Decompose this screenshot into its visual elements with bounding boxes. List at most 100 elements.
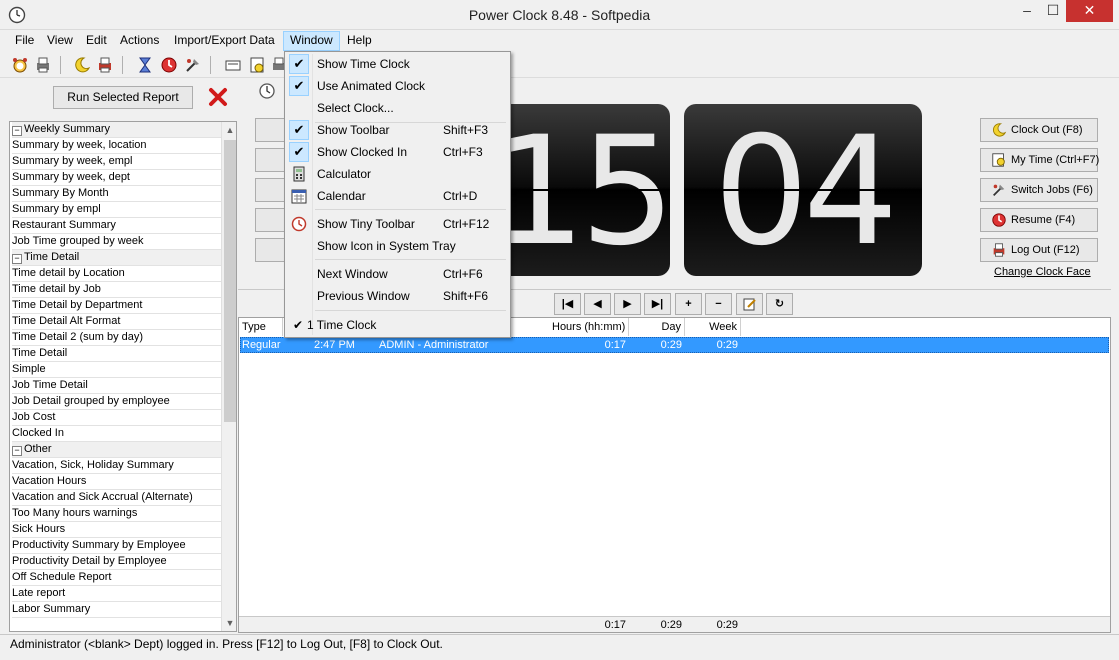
- refresh-button[interactable]: ↻: [766, 293, 793, 315]
- side-button-print[interactable]: [255, 178, 285, 202]
- menu-item-show-toolbar[interactable]: ✔ Show Toolbar Shift+F3: [287, 119, 508, 141]
- column-header-hours[interactable]: Hours (hh:mm): [549, 318, 629, 336]
- list-item[interactable]: Vacation, Sick, Holiday Summary: [12, 458, 222, 474]
- list-item[interactable]: Vacation Hours: [12, 474, 222, 490]
- menu-item-show-icon-in-tray[interactable]: Show Icon in System Tray: [287, 235, 508, 257]
- side-button-5[interactable]: [255, 238, 285, 262]
- first-record-button[interactable]: |◀: [554, 293, 581, 315]
- print-report-icon[interactable]: [96, 56, 114, 74]
- log-out-button[interactable]: Log Out (F12): [980, 238, 1098, 262]
- alarm-clock-icon[interactable]: [11, 56, 29, 74]
- menu-item-show-tiny-toolbar[interactable]: Show Tiny Toolbar Ctrl+F12: [287, 213, 508, 235]
- add-record-button[interactable]: +: [675, 293, 702, 315]
- scrollbar-thumb[interactable]: [224, 140, 236, 422]
- list-item[interactable]: Productivity Detail by Employee: [12, 554, 222, 570]
- report-list-scrollbar[interactable]: ▲ ▼: [221, 122, 236, 631]
- moon-icon[interactable]: [73, 56, 91, 74]
- list-item[interactable]: Job Time Detail: [12, 378, 222, 394]
- menu-window[interactable]: Window: [283, 31, 340, 51]
- close-red-x-icon[interactable]: [206, 85, 230, 109]
- report-group-header[interactable]: − Weekly Summary: [12, 122, 222, 138]
- resume-button[interactable]: Resume (F4): [980, 208, 1098, 232]
- menu-item-show-time-clock[interactable]: ✔ Show Time Clock: [287, 53, 508, 75]
- list-item[interactable]: Summary by week, dept: [12, 170, 222, 186]
- side-button-2[interactable]: [255, 148, 285, 172]
- menu-item-next-window[interactable]: Next Window Ctrl+F6: [287, 263, 508, 285]
- list-item[interactable]: Time Detail: [12, 346, 222, 362]
- column-header-day[interactable]: Day: [629, 318, 685, 336]
- report-group-header[interactable]: − Time Detail: [12, 250, 222, 266]
- collapse-toggle-icon[interactable]: −: [12, 446, 22, 456]
- menu-item-calculator[interactable]: Calculator: [287, 163, 508, 185]
- side-button-4[interactable]: [255, 208, 285, 232]
- list-item[interactable]: Job Detail grouped by employee: [12, 394, 222, 410]
- menu-item-select-clock[interactable]: Select Clock...: [287, 97, 508, 119]
- maximize-button[interactable]: ☐: [1040, 0, 1066, 22]
- list-item[interactable]: Vacation and Sick Accrual (Alternate): [12, 490, 222, 506]
- report-label: Job Detail grouped by employee: [12, 395, 170, 407]
- collapse-toggle-icon[interactable]: −: [12, 254, 22, 264]
- menu-import-export[interactable]: Import/Export Data: [168, 31, 281, 51]
- list-item[interactable]: Summary by week, empl: [12, 154, 222, 170]
- switch-jobs-button[interactable]: Switch Jobs (F6): [980, 178, 1098, 202]
- list-item[interactable]: Simple: [12, 362, 222, 378]
- close-button[interactable]: ✕: [1066, 0, 1113, 22]
- time-clock-grid[interactable]: Type Hours (hh:mm) Day Week Regular 2:47…: [238, 317, 1111, 633]
- list-item[interactable]: Time detail by Job: [12, 282, 222, 298]
- menu-item-use-animated-clock[interactable]: ✔ Use Animated Clock: [287, 75, 508, 97]
- menu-view[interactable]: View: [41, 31, 79, 51]
- column-header-week[interactable]: Week: [685, 318, 741, 336]
- collapse-toggle-icon[interactable]: −: [12, 126, 22, 136]
- run-selected-report-button[interactable]: Run Selected Report: [53, 86, 193, 109]
- scroll-up-arrow-icon[interactable]: ▲: [222, 122, 236, 138]
- menu-help[interactable]: Help: [341, 31, 378, 51]
- scroll-down-arrow-icon[interactable]: ▼: [222, 615, 236, 631]
- my-time-label: My Time (Ctrl+F7): [1011, 154, 1100, 166]
- my-time-button[interactable]: My Time (Ctrl+F7): [980, 148, 1100, 172]
- list-item[interactable]: Job Cost: [12, 410, 222, 426]
- edit-record-button[interactable]: [736, 293, 763, 315]
- side-button-clock[interactable]: [255, 118, 285, 142]
- list-item[interactable]: Summary by empl: [12, 202, 222, 218]
- minimize-button[interactable]: –: [1014, 0, 1040, 22]
- menu-item-previous-window[interactable]: Previous Window Shift+F6: [287, 285, 508, 307]
- my-time-icon[interactable]: [248, 56, 266, 74]
- menu-item-1-time-clock[interactable]: ✔ 1 Time Clock: [287, 314, 508, 336]
- report-group-header[interactable]: − Other: [12, 442, 222, 458]
- list-item[interactable]: Summary by week, location: [12, 138, 222, 154]
- list-item[interactable]: Time Detail by Department: [12, 298, 222, 314]
- time-clock-tab-icon[interactable]: [258, 82, 276, 100]
- report-label: Job Time grouped by week: [12, 235, 144, 247]
- list-item[interactable]: Job Time grouped by week: [12, 234, 222, 250]
- menu-edit[interactable]: Edit: [80, 31, 113, 51]
- list-item[interactable]: Time Detail 2 (sum by day): [12, 330, 222, 346]
- card-icon[interactable]: [224, 56, 242, 74]
- change-clock-face-link[interactable]: Change Clock Face: [994, 266, 1091, 278]
- resume-icon[interactable]: [160, 56, 178, 74]
- next-record-button[interactable]: ▶: [614, 293, 641, 315]
- switch-jobs-icon[interactable]: [184, 56, 202, 74]
- last-record-button[interactable]: ▶|: [644, 293, 671, 315]
- list-item[interactable]: Summary By Month: [12, 186, 222, 202]
- list-item[interactable]: Restaurant Summary: [12, 218, 222, 234]
- list-item[interactable]: Productivity Summary by Employee: [12, 538, 222, 554]
- delete-record-button[interactable]: −: [705, 293, 732, 315]
- list-item[interactable]: Late report: [12, 586, 222, 602]
- list-item[interactable]: Too Many hours warnings: [12, 506, 222, 522]
- list-item[interactable]: Time Detail Alt Format: [12, 314, 222, 330]
- list-item[interactable]: Labor Summary: [12, 602, 222, 618]
- report-list[interactable]: − Weekly Summary Summary by week, location…: [9, 121, 237, 632]
- previous-record-button[interactable]: ◀: [584, 293, 611, 315]
- menu-file[interactable]: File: [9, 31, 40, 51]
- clock-out-button[interactable]: Clock Out (F8): [980, 118, 1098, 142]
- menu-item-show-clocked-in[interactable]: ✔ Show Clocked In Ctrl+F3: [287, 141, 508, 163]
- printer-icon[interactable]: [34, 56, 52, 74]
- list-item[interactable]: Time detail by Location: [12, 266, 222, 282]
- list-item[interactable]: Sick Hours: [12, 522, 222, 538]
- hourglass-icon[interactable]: [136, 56, 154, 74]
- menu-item-calendar[interactable]: Calendar Ctrl+D: [287, 185, 508, 207]
- menu-actions[interactable]: Actions: [114, 31, 165, 51]
- list-item[interactable]: Clocked In: [12, 426, 222, 442]
- list-item[interactable]: Off Schedule Report: [12, 570, 222, 586]
- column-header-type[interactable]: Type: [239, 318, 283, 336]
